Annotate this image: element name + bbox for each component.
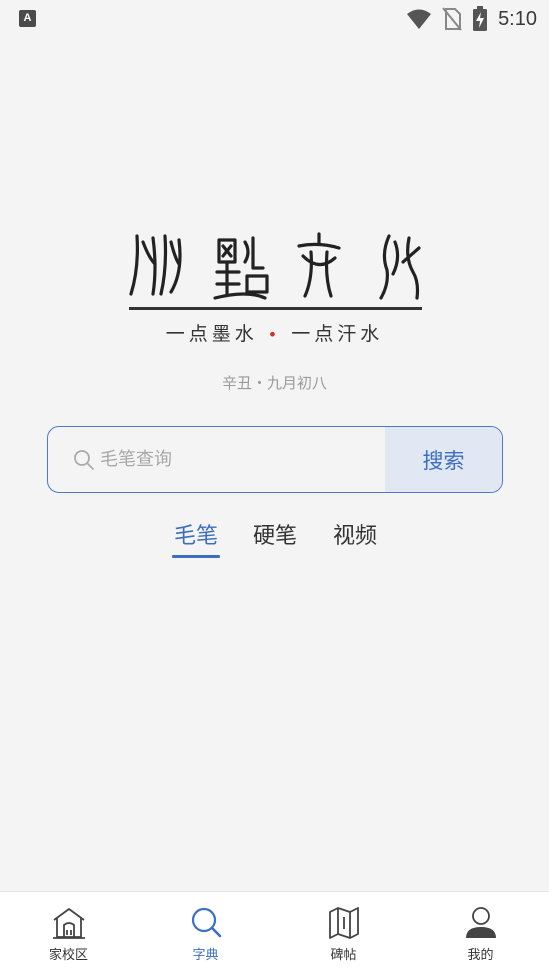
tab-hard-pen[interactable]: 硬笔: [245, 518, 305, 550]
nav-item-school[interactable]: 家校区: [0, 892, 137, 977]
slogan-right: 一点汗水: [291, 323, 384, 345]
school-house-icon: [52, 908, 85, 939]
slogan-left: 一点墨水: [165, 323, 258, 345]
active-tab-indicator: [172, 555, 220, 558]
slogan-separator: •: [267, 325, 282, 344]
map-book-icon: [328, 907, 359, 939]
nav-item-dictionary[interactable]: 字典: [137, 892, 274, 977]
slogan: 一点墨水 • 一点汗水: [0, 319, 549, 346]
nav-label-school: 家校区: [48, 948, 88, 963]
search-button[interactable]: 搜索: [385, 427, 502, 492]
battery-charging-icon: [473, 6, 488, 31]
search-input[interactable]: [100, 427, 380, 491]
status-time: 5:10: [498, 7, 537, 30]
nav-label-rubbings: 碑帖: [330, 948, 357, 963]
search-icon: [74, 450, 94, 470]
no-sim-icon: [442, 7, 462, 31]
tab-video[interactable]: 视频: [325, 518, 385, 550]
tab-brush[interactable]: 毛笔: [166, 518, 226, 550]
logo-underline: [129, 307, 422, 310]
screen: A 5:10 一点墨水 • 一点汗水 辛丑・九月初八 毛笔查询 搜索 毛笔 硬笔…: [0, 0, 549, 977]
nav-label-dictionary: 字典: [192, 948, 219, 963]
bottom-nav: 家校区 字典 碑帖 我的: [0, 891, 549, 977]
search-icon: [191, 907, 221, 938]
app-a-icon: A: [19, 10, 36, 27]
status-icons: 5:10: [406, 5, 537, 33]
category-tabs: 毛笔 硬笔 视频: [0, 518, 549, 568]
nav-item-rubbings[interactable]: 碑帖: [275, 892, 412, 977]
lunar-date: 辛丑・九月初八: [221, 374, 327, 392]
user-icon: [465, 907, 496, 938]
wifi-icon: [407, 9, 432, 29]
status-bar: A 5:10: [0, 0, 549, 38]
brand-logo: [129, 232, 421, 300]
nav-label-profile: 我的: [467, 948, 494, 963]
nav-item-profile[interactable]: 我的: [412, 892, 549, 977]
search-bar: 搜索: [47, 426, 503, 493]
